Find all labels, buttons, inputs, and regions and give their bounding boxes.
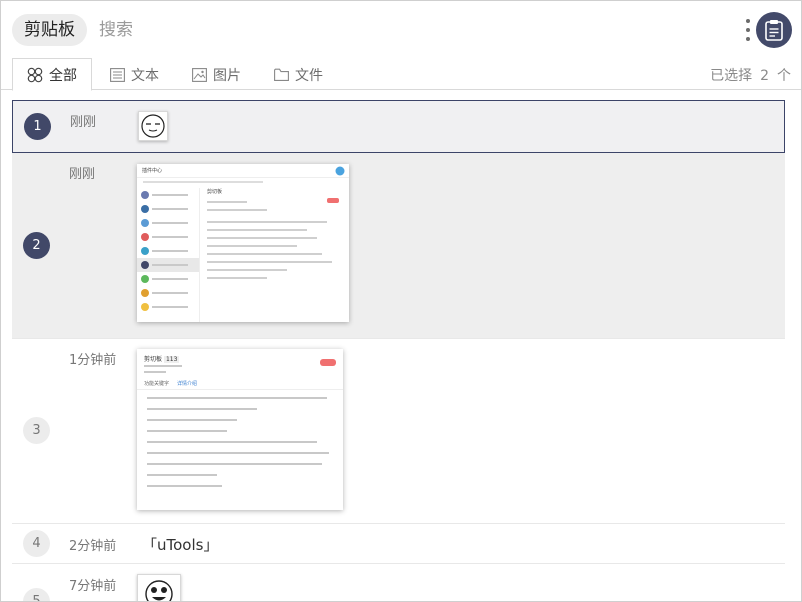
emoji-thumbnail — [137, 574, 181, 601]
folder-icon — [274, 68, 289, 81]
tab-file[interactable]: 文件 — [274, 58, 323, 91]
search-input[interactable] — [99, 15, 659, 45]
item-index: 4 — [23, 530, 50, 557]
selected-number: 2 — [760, 68, 769, 84]
thumb-title: 剪切板 113 — [144, 356, 180, 363]
more-options-icon[interactable] — [742, 17, 754, 43]
item-time: 刚刚 — [70, 115, 97, 130]
window: 剪贴板 全部 — [0, 0, 802, 602]
app-name-pill[interactable]: 剪贴板 — [12, 14, 87, 46]
grid-icon — [27, 67, 43, 82]
text-icon — [110, 67, 125, 82]
thumb-title: 插件中心 — [137, 164, 349, 178]
tab-file-label: 文件 — [295, 67, 323, 84]
tab-text-label: 文本 — [131, 67, 159, 84]
item-index: 2 — [23, 232, 50, 259]
history-item-2[interactable]: 2 刚刚 插件中心 剪切板 — [12, 153, 785, 339]
tab-image[interactable]: 图片 — [192, 58, 241, 91]
item-time: 2分钟前 — [69, 539, 117, 554]
tab-all-label: 全部 — [49, 67, 77, 84]
item-time: 刚刚 — [69, 167, 96, 182]
tab-image-label: 图片 — [213, 67, 241, 84]
filter-tabs: 全部 文本 图片 文件 已选择 2 个 — [1, 57, 801, 91]
history-item-5[interactable]: 5 7分钟前 — [12, 564, 785, 601]
tab-text[interactable]: 文本 — [110, 58, 159, 91]
item-time: 7分钟前 — [69, 579, 117, 594]
item-time: 1分钟前 — [69, 353, 117, 368]
item-text: 「uTools」 — [142, 536, 219, 554]
history-item-1[interactable]: 1 刚刚 — [12, 100, 785, 153]
selected-count: 已选择 2 个 — [710, 65, 791, 85]
selected-unit: 个 — [777, 68, 791, 84]
clipboard-plugin-icon[interactable] — [756, 12, 792, 48]
history-item-3[interactable]: 3 1分钟前 剪切板 113 功能关键字 详情介绍 — [12, 339, 785, 524]
item-index: 1 — [24, 113, 51, 140]
image-icon — [192, 67, 207, 82]
clipboard-history-list: 1 刚刚 2 刚刚 插件中心 剪切板 3 1分钟前 剪切板 113 功能关键字 … — [12, 97, 787, 601]
header: 剪贴板 — [1, 1, 801, 57]
screenshot-thumbnail: 插件中心 剪切板 — [137, 164, 349, 322]
item-index: 5 — [23, 588, 50, 601]
item-index: 3 — [23, 417, 50, 444]
tab-all[interactable]: 全部 — [12, 58, 92, 91]
thumb-main-title: 剪切板 — [207, 189, 223, 195]
history-item-4[interactable]: 4 2分钟前 「uTools」 — [12, 524, 785, 564]
selected-label: 已选择 — [710, 68, 753, 84]
screenshot-thumbnail: 剪切板 113 功能关键字 详情介绍 — [137, 349, 343, 510]
emoji-thumbnail — [138, 111, 168, 141]
